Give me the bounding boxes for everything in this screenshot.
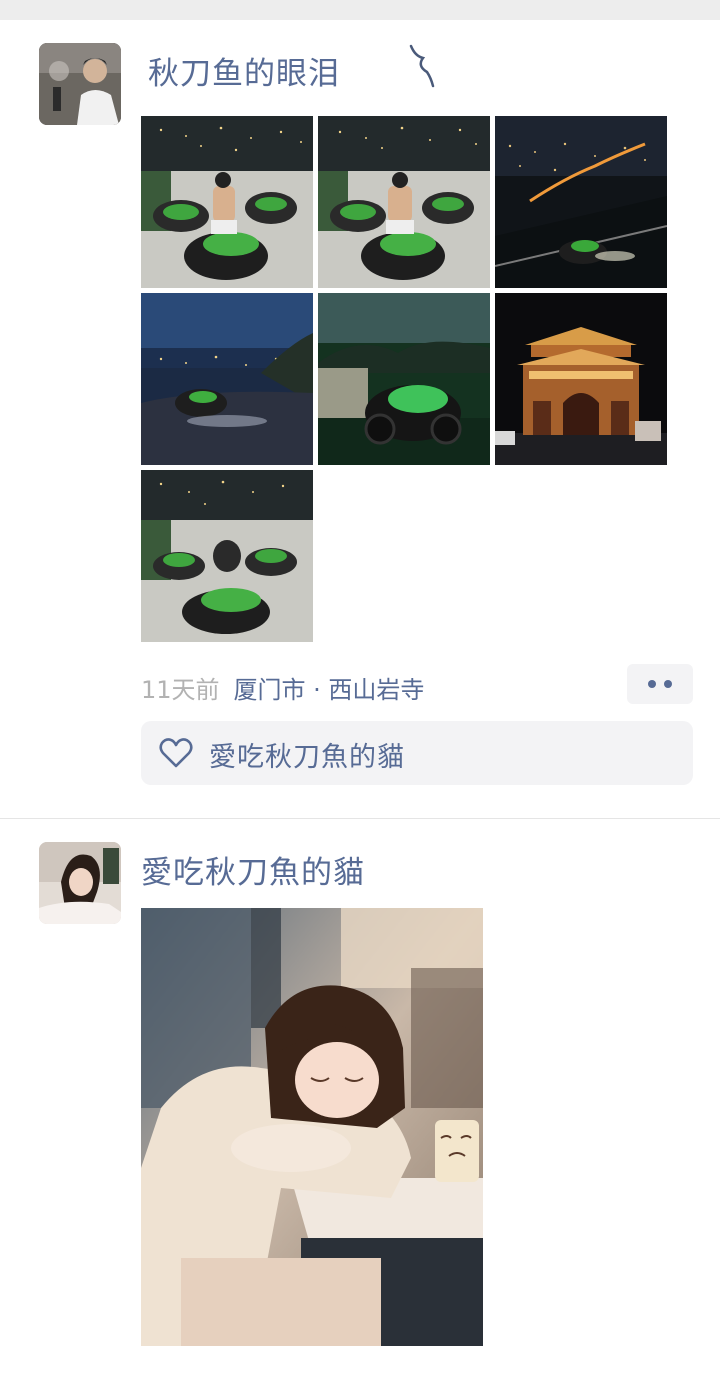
photo-thumbnail[interactable] — [318, 293, 490, 465]
photo-thumbnail[interactable] — [141, 470, 313, 642]
avatar-image — [39, 43, 121, 125]
more-actions-button[interactable] — [627, 664, 693, 704]
photo-grid — [141, 116, 667, 642]
dot-icon — [664, 680, 672, 688]
liker-name[interactable]: 愛吃秋刀魚的貓 — [209, 735, 405, 774]
avatar[interactable] — [39, 842, 121, 924]
heart-outline-icon — [159, 738, 193, 768]
avatar[interactable] — [39, 43, 121, 125]
photo-thumbnail[interactable] — [495, 116, 667, 288]
dot-icon — [648, 680, 656, 688]
post-location[interactable]: 厦门市 · 西山岩寺 — [234, 676, 425, 704]
post-meta: 11天前 厦门市 · 西山岩寺 — [141, 670, 424, 705]
likes-panel: 愛吃秋刀魚的貓 — [141, 721, 693, 785]
photo-thumbnail[interactable] — [141, 116, 313, 288]
moment-post: 秋刀鱼的眼泪 11天前 厦门市 · 西山岩寺 愛吃秋刀魚的貓 — [0, 20, 720, 818]
photo-thumbnail[interactable] — [141, 293, 313, 465]
top-status-strip — [0, 0, 720, 20]
post-author-name[interactable]: 愛吃秋刀魚的貓 — [141, 847, 365, 892]
post-author-name[interactable]: 秋刀鱼的眼泪 — [148, 48, 340, 93]
photo-thumbnail[interactable] — [318, 116, 490, 288]
avatar-image — [39, 842, 121, 924]
post-photo[interactable] — [141, 908, 483, 1346]
photo-thumbnail[interactable] — [495, 293, 667, 465]
moment-post: 愛吃秋刀魚的貓 — [0, 819, 720, 1380]
post-time: 11天前 — [141, 676, 220, 704]
squiggle-decoration-icon — [409, 44, 435, 88]
